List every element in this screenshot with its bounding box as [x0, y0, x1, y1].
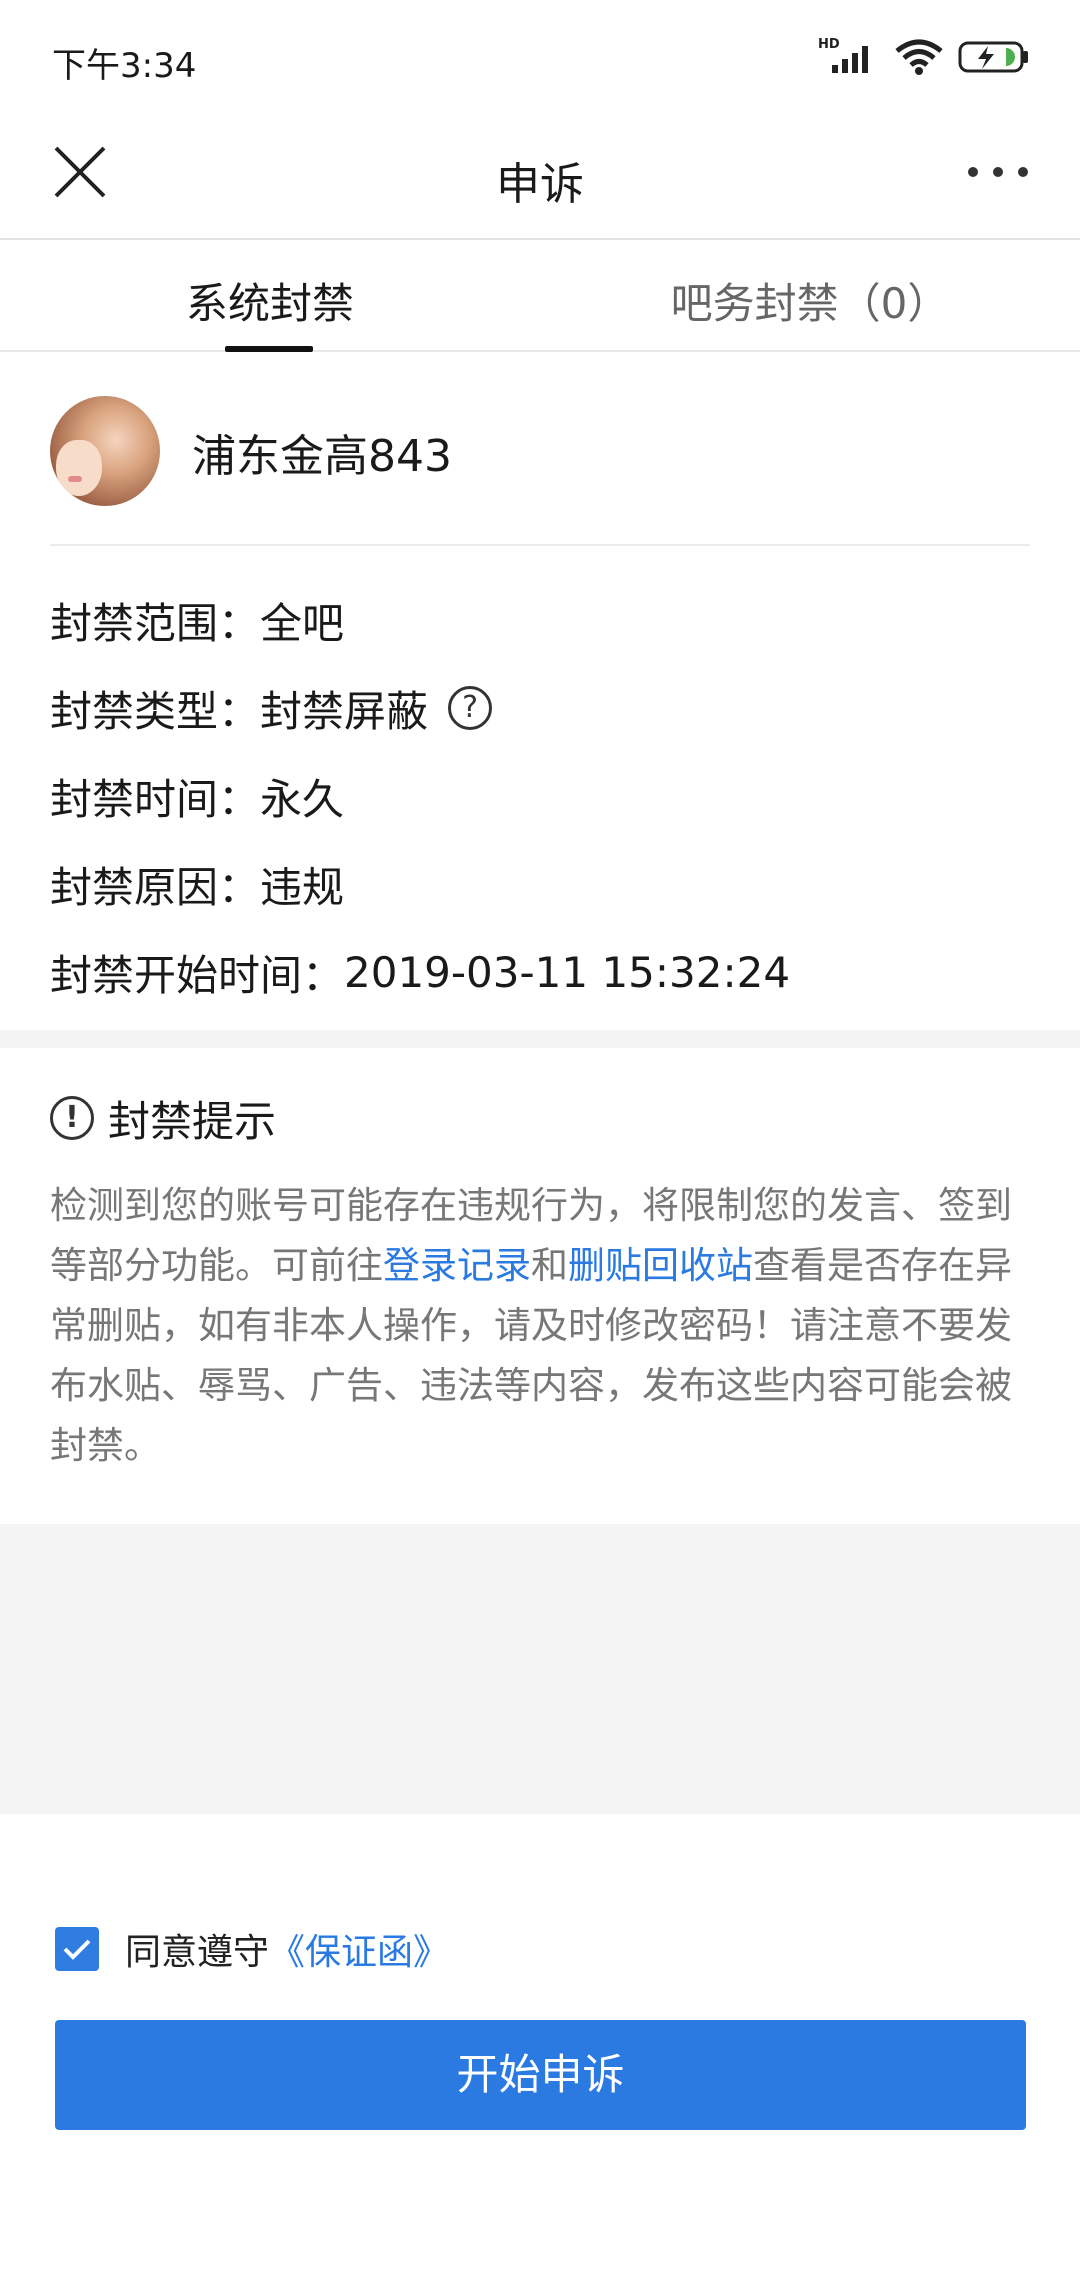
more-dot [968, 167, 978, 177]
section-divider [0, 1030, 1080, 1048]
tab-system-ban[interactable]: 系统封禁 [0, 270, 540, 331]
ban-reason-row: 封禁原因： 违规 [50, 840, 1030, 928]
signal-icon: HD [818, 37, 880, 77]
more-icon[interactable] [968, 160, 1028, 184]
avatar-lip [68, 476, 82, 482]
agreement-row: 同意遵守 《保证函》 [55, 1924, 449, 1974]
login-record-link[interactable]: 登录记录 [383, 1244, 531, 1287]
notice-body: 检测到您的账号可能存在违规行为，将限制您的发言、签到等部分功能。可前往登录记录和… [50, 1176, 1030, 1476]
status-icons: HD [818, 32, 1030, 82]
more-dot [1018, 167, 1028, 177]
help-icon[interactable]: ? [448, 686, 493, 730]
notice-text-2: 和 [531, 1244, 568, 1287]
notice-title: 封禁提示 [108, 1096, 277, 1146]
battery-icon [958, 41, 1028, 73]
divider [50, 544, 1030, 546]
checkmark-icon [63, 1939, 91, 1960]
ban-duration-label: 封禁时间： [50, 774, 261, 824]
ban-info-list: 封禁范围： 全吧 封禁类型： 封禁屏蔽 ? 封禁时间： 永久 封禁原因： 违规 … [50, 576, 1030, 1016]
warning-icon: ! [50, 1096, 94, 1140]
ban-type-row: 封禁类型： 封禁屏蔽 ? [50, 664, 1030, 752]
status-time: 下午3:34 [52, 46, 197, 86]
ban-type-value: 封禁屏蔽 [260, 686, 429, 736]
start-appeal-button[interactable]: 开始申诉 [55, 2020, 1026, 2130]
recycle-bin-link[interactable]: 删贴回收站 [568, 1244, 753, 1287]
ban-start-row: 封禁开始时间： 2019-03-11 15:32:24 [50, 928, 1030, 1016]
notice-header: ! 封禁提示 [50, 1090, 1030, 1146]
guarantee-letter-link[interactable]: 《保证函》 [269, 1923, 449, 1975]
page-title: 申诉 [496, 159, 584, 210]
ban-scope-label: 封禁范围： [50, 598, 261, 648]
username: 浦东金高843 [192, 431, 452, 482]
gray-spacer [0, 1524, 1080, 1814]
ban-type-label: 封禁类型： [50, 686, 261, 736]
ban-duration-value: 永久 [260, 774, 345, 824]
user-row: 浦东金高843 [0, 352, 1080, 546]
ban-reason-value: 违规 [260, 862, 345, 912]
avatar-face [56, 440, 102, 496]
avatar [50, 396, 160, 506]
ban-start-label: 封禁开始时间： [50, 950, 345, 1000]
ban-notice: ! 封禁提示 检测到您的账号可能存在违规行为，将限制您的发言、签到等部分功能。可… [50, 1090, 1030, 1476]
agree-checkbox[interactable] [55, 1927, 99, 1971]
ban-start-value: 2019-03-11 15:32:24 [344, 947, 791, 997]
agree-text: 同意遵守 [125, 1932, 270, 1973]
ban-scope-value: 全吧 [260, 598, 345, 648]
ban-scope-row: 封禁范围： 全吧 [50, 576, 1030, 664]
ban-reason-label: 封禁原因： [50, 862, 261, 912]
tab-bar-admin-ban[interactable]: 吧务封禁（0） [540, 270, 1080, 331]
more-dot [993, 167, 1003, 177]
ban-duration-row: 封禁时间： 永久 [50, 752, 1030, 840]
status-bar: 下午3:34 HD [0, 0, 1080, 110]
tab-bar: 系统封禁 吧务封禁（0） [0, 242, 1080, 352]
wifi-icon [895, 39, 943, 75]
nav-bar: 申诉 [0, 110, 1080, 240]
